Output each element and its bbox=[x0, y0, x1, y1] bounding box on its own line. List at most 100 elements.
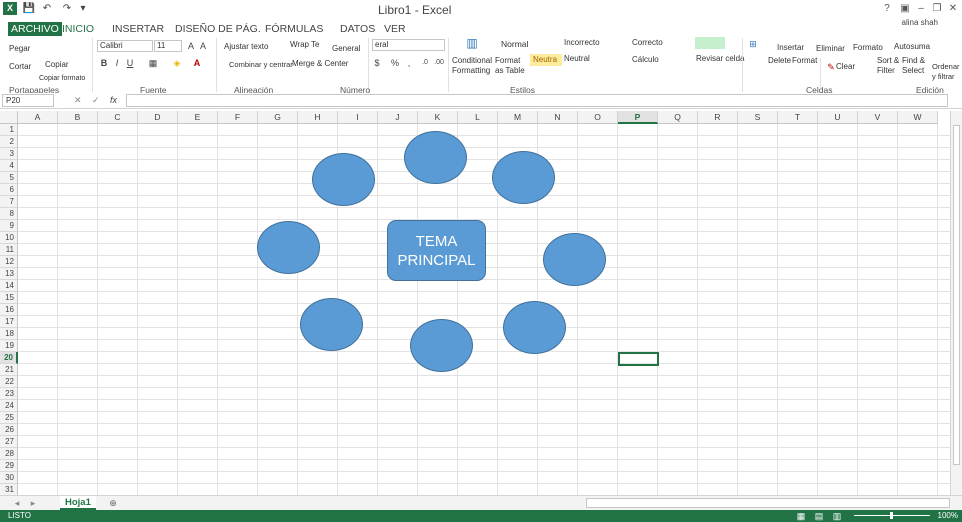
format-cells-button[interactable]: Format bbox=[792, 56, 817, 65]
format-cells-button-es[interactable]: Formato bbox=[853, 43, 883, 52]
row-header-19[interactable]: 19 bbox=[0, 340, 18, 352]
column-header-j[interactable]: J bbox=[378, 111, 418, 124]
diagram-circle-bottom-left[interactable] bbox=[300, 298, 363, 351]
diagram-circle-top-left[interactable] bbox=[312, 153, 375, 206]
column-header-b[interactable]: B bbox=[58, 111, 98, 124]
row-header-17[interactable]: 17 bbox=[0, 316, 18, 328]
tab-inicio[interactable]: INICIO bbox=[62, 22, 94, 36]
row-header-8[interactable]: 8 bbox=[0, 208, 18, 220]
row-header-9[interactable]: 9 bbox=[0, 220, 18, 232]
style-neutral[interactable]: Neutral bbox=[564, 54, 590, 63]
horizontal-scrollbar[interactable] bbox=[586, 498, 950, 508]
column-header-r[interactable]: R bbox=[698, 111, 738, 124]
row-header-18[interactable]: 18 bbox=[0, 328, 18, 340]
sort-filter-button[interactable]: Sort & Filter bbox=[877, 56, 901, 76]
row-header-3[interactable]: 3 bbox=[0, 148, 18, 160]
diagram-circle-bottom-right[interactable] bbox=[503, 301, 566, 354]
row-header-12[interactable]: 12 bbox=[0, 256, 18, 268]
row-header-20[interactable]: 20 bbox=[0, 352, 18, 364]
page-break-view-icon[interactable]: ▥ bbox=[832, 511, 842, 521]
column-header-l[interactable]: L bbox=[458, 111, 498, 124]
undo-icon[interactable]: ↶ bbox=[40, 2, 54, 16]
cut-button[interactable]: Cortar bbox=[9, 62, 31, 71]
column-header-s[interactable]: S bbox=[738, 111, 778, 124]
insert-cells-button[interactable]: Insertar bbox=[777, 43, 804, 52]
style-normal[interactable]: Normal bbox=[501, 39, 528, 49]
diagram-circle-right[interactable] bbox=[543, 233, 606, 286]
tab-diseno-pagina[interactable]: DISEÑO DE PÁG. bbox=[175, 22, 261, 36]
diagram-circle-left[interactable] bbox=[257, 221, 320, 274]
row-header-26[interactable]: 26 bbox=[0, 424, 18, 436]
row-header-22[interactable]: 22 bbox=[0, 376, 18, 388]
row-header-1[interactable]: 1 bbox=[0, 124, 18, 136]
autosum-button[interactable]: Autosuma bbox=[894, 42, 930, 51]
number-format-combo[interactable]: eral bbox=[372, 39, 445, 51]
wrap-text-button[interactable]: Ajustar texto bbox=[224, 42, 268, 51]
diagram-circle-bottom[interactable] bbox=[410, 319, 473, 372]
row-header-15[interactable]: 15 bbox=[0, 292, 18, 304]
vertical-scroll-thumb[interactable] bbox=[953, 125, 960, 465]
name-box[interactable]: P20 bbox=[2, 94, 54, 107]
row-header-14[interactable]: 14 bbox=[0, 280, 18, 292]
row-header-13[interactable]: 13 bbox=[0, 268, 18, 280]
minimize-button[interactable]: – bbox=[914, 2, 928, 16]
column-header-v[interactable]: V bbox=[858, 111, 898, 124]
font-color-icon[interactable]: A bbox=[192, 58, 202, 68]
confirm-entry-icon[interactable]: ✓ bbox=[92, 95, 100, 106]
customize-quick-access-icon[interactable]: ▾ bbox=[76, 2, 90, 16]
clear-button[interactable]: Clear bbox=[836, 62, 855, 71]
row-header-23[interactable]: 23 bbox=[0, 388, 18, 400]
zoom-level[interactable]: 100% bbox=[938, 510, 958, 522]
prev-sheet-icon[interactable]: ◂ bbox=[12, 498, 22, 508]
column-header-t[interactable]: T bbox=[778, 111, 818, 124]
style-check-cell[interactable]: Revisar celda bbox=[696, 54, 744, 63]
row-header-31[interactable]: 31 bbox=[0, 484, 18, 495]
column-header-g[interactable]: G bbox=[258, 111, 298, 124]
redo-icon[interactable]: ↷ bbox=[60, 2, 74, 16]
row-header-16[interactable]: 16 bbox=[0, 304, 18, 316]
select-all-corner[interactable] bbox=[0, 111, 18, 124]
wrap-text-button-alt[interactable]: Wrap Te bbox=[290, 40, 320, 49]
row-header-27[interactable]: 27 bbox=[0, 436, 18, 448]
underline-button[interactable]: U bbox=[125, 58, 135, 68]
delete-cells-button[interactable]: Delete bbox=[768, 56, 791, 65]
vertical-scrollbar[interactable] bbox=[950, 111, 962, 495]
font-name-combo[interactable]: Calibri bbox=[97, 40, 153, 52]
row-header-30[interactable]: 30 bbox=[0, 472, 18, 484]
style-incorrect[interactable]: Incorrecto bbox=[564, 38, 600, 47]
row-header-4[interactable]: 4 bbox=[0, 160, 18, 172]
row-header-7[interactable]: 7 bbox=[0, 196, 18, 208]
row-header-2[interactable]: 2 bbox=[0, 136, 18, 148]
format-painter-button[interactable]: Copiar formato bbox=[39, 75, 85, 82]
merge-center-button[interactable]: Combinar y centrar bbox=[229, 60, 293, 69]
row-header-21[interactable]: 21 bbox=[0, 364, 18, 376]
column-header-e[interactable]: E bbox=[178, 111, 218, 124]
column-header-a[interactable]: A bbox=[18, 111, 58, 124]
new-sheet-icon[interactable]: ⊕ bbox=[108, 498, 118, 508]
tab-formulas[interactable]: FÓRMULAS bbox=[265, 22, 323, 36]
sort-filter-button-es[interactable]: Ordenar y filtrar bbox=[932, 62, 962, 82]
page-layout-view-icon[interactable]: ▤ bbox=[814, 511, 824, 521]
row-header-29[interactable]: 29 bbox=[0, 460, 18, 472]
column-header-p[interactable]: P bbox=[618, 111, 658, 124]
conditional-formatting-button[interactable]: Conditional Formatting bbox=[452, 56, 494, 76]
italic-button[interactable]: I bbox=[112, 58, 122, 68]
user-account[interactable]: alina shah bbox=[902, 18, 938, 27]
diagram-circle-top-right[interactable] bbox=[492, 151, 555, 204]
column-header-u[interactable]: U bbox=[818, 111, 858, 124]
comma-style-icon[interactable]: , bbox=[404, 58, 414, 68]
column-header-i[interactable]: I bbox=[338, 111, 378, 124]
font-size-combo[interactable]: 11 bbox=[154, 40, 182, 52]
column-header-k[interactable]: K bbox=[418, 111, 458, 124]
ribbon-display-options-icon[interactable]: ▣ bbox=[898, 2, 912, 16]
column-header-q[interactable]: Q bbox=[658, 111, 698, 124]
column-header-o[interactable]: O bbox=[578, 111, 618, 124]
zoom-slider-knob[interactable] bbox=[890, 512, 893, 519]
help-button[interactable]: ? bbox=[880, 2, 894, 16]
find-select-button[interactable]: Find & Select bbox=[902, 56, 930, 76]
decrease-decimal-icon[interactable]: .00 bbox=[434, 58, 444, 68]
column-header-f[interactable]: F bbox=[218, 111, 258, 124]
tab-ver[interactable]: VER bbox=[384, 22, 406, 36]
main-topic-shape[interactable]: TEMA PRINCIPAL bbox=[387, 220, 486, 281]
style-calculation[interactable]: Cálculo bbox=[632, 55, 659, 64]
